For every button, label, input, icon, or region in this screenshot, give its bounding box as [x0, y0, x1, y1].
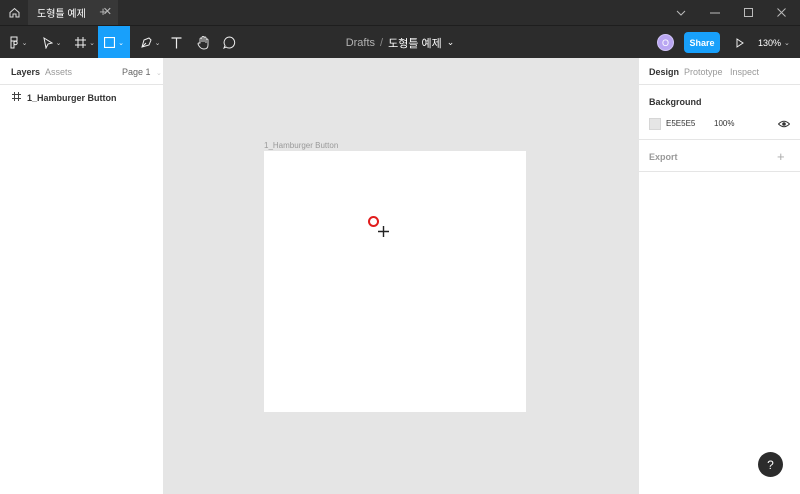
tab-assets[interactable]: Assets	[45, 67, 72, 77]
file-name[interactable]: 도형틀 예제	[388, 35, 442, 51]
breadcrumb-drafts[interactable]: Drafts	[346, 37, 375, 49]
background-section: Background E5E5E5 100%	[639, 85, 800, 140]
play-icon	[736, 37, 744, 48]
tab-layers[interactable]: Layers	[11, 67, 40, 77]
tab-prototype[interactable]: Prototype	[684, 67, 723, 77]
chevron-down-icon: ⌄	[784, 39, 790, 47]
page-selector[interactable]: Page 1 ⌄	[122, 67, 162, 77]
right-panel: Design Prototype Inspect Background E5E5…	[638, 58, 800, 494]
background-title: Background	[649, 97, 702, 107]
right-panel-tabs: Design Prototype Inspect	[639, 58, 800, 85]
layer-label: 1_Hamburger Button	[27, 93, 117, 103]
layer-item[interactable]: 1_Hamburger Button	[0, 89, 164, 107]
export-section: Export +	[639, 140, 800, 172]
home-icon[interactable]	[0, 0, 28, 25]
minimize-icon[interactable]	[698, 0, 732, 25]
add-export-icon[interactable]: +	[777, 149, 785, 164]
frame-icon	[12, 92, 22, 104]
present-button[interactable]	[730, 26, 750, 59]
canvas[interactable]: 1_Hamburger Button	[164, 58, 638, 494]
background-opacity-input[interactable]: 100%	[714, 119, 734, 128]
avatar[interactable]: O	[657, 34, 674, 51]
background-hex-input[interactable]: E5E5E5	[666, 119, 695, 128]
eye-icon[interactable]	[778, 118, 790, 130]
export-title: Export	[649, 152, 678, 162]
tab-inspect[interactable]: Inspect	[730, 67, 759, 77]
left-panel-tabs: Layers Assets Page 1 ⌄	[0, 58, 163, 85]
tab-title: 도형틀 예제	[37, 9, 86, 20]
help-button[interactable]: ?	[758, 452, 783, 477]
tab-bar: 도형틀 예제 ✕ +	[0, 0, 800, 25]
frame-label[interactable]: 1_Hamburger Button	[264, 141, 338, 150]
close-window-icon[interactable]	[764, 0, 798, 25]
zoom-level: 130%	[758, 37, 782, 48]
page-label: Page 1	[122, 67, 151, 77]
background-color-swatch[interactable]	[649, 118, 661, 130]
file-menu-chevron-icon[interactable]: ⌄	[447, 37, 455, 48]
toolbar: ⌄ ⌄ ⌄ ⌄ ⌄ Drafts / 도형틀 예제 ⌄ O Share 130%…	[0, 25, 800, 59]
chevron-down-icon[interactable]	[664, 0, 698, 25]
figma-app: 도형틀 예제 ✕ + ⌄ ⌄ ⌄ ⌄ ⌄ Drafts / 도형틀 예제 ⌄ O…	[0, 0, 800, 494]
zoom-menu[interactable]: 130% ⌄	[758, 26, 790, 59]
maximize-icon[interactable]	[731, 0, 765, 25]
tab-design[interactable]: Design	[649, 67, 679, 77]
chevron-down-icon: ⌄	[156, 70, 162, 77]
crosshair-cursor-icon	[378, 226, 389, 237]
breadcrumb: Drafts / 도형틀 예제 ⌄	[0, 26, 800, 59]
new-tab-button[interactable]: +	[96, 4, 110, 20]
left-panel: Layers Assets Page 1 ⌄ 1_Hamburger Butto…	[0, 58, 164, 494]
share-button[interactable]: Share	[684, 32, 720, 53]
frame[interactable]	[264, 151, 526, 412]
breadcrumb-separator: /	[380, 36, 384, 49]
